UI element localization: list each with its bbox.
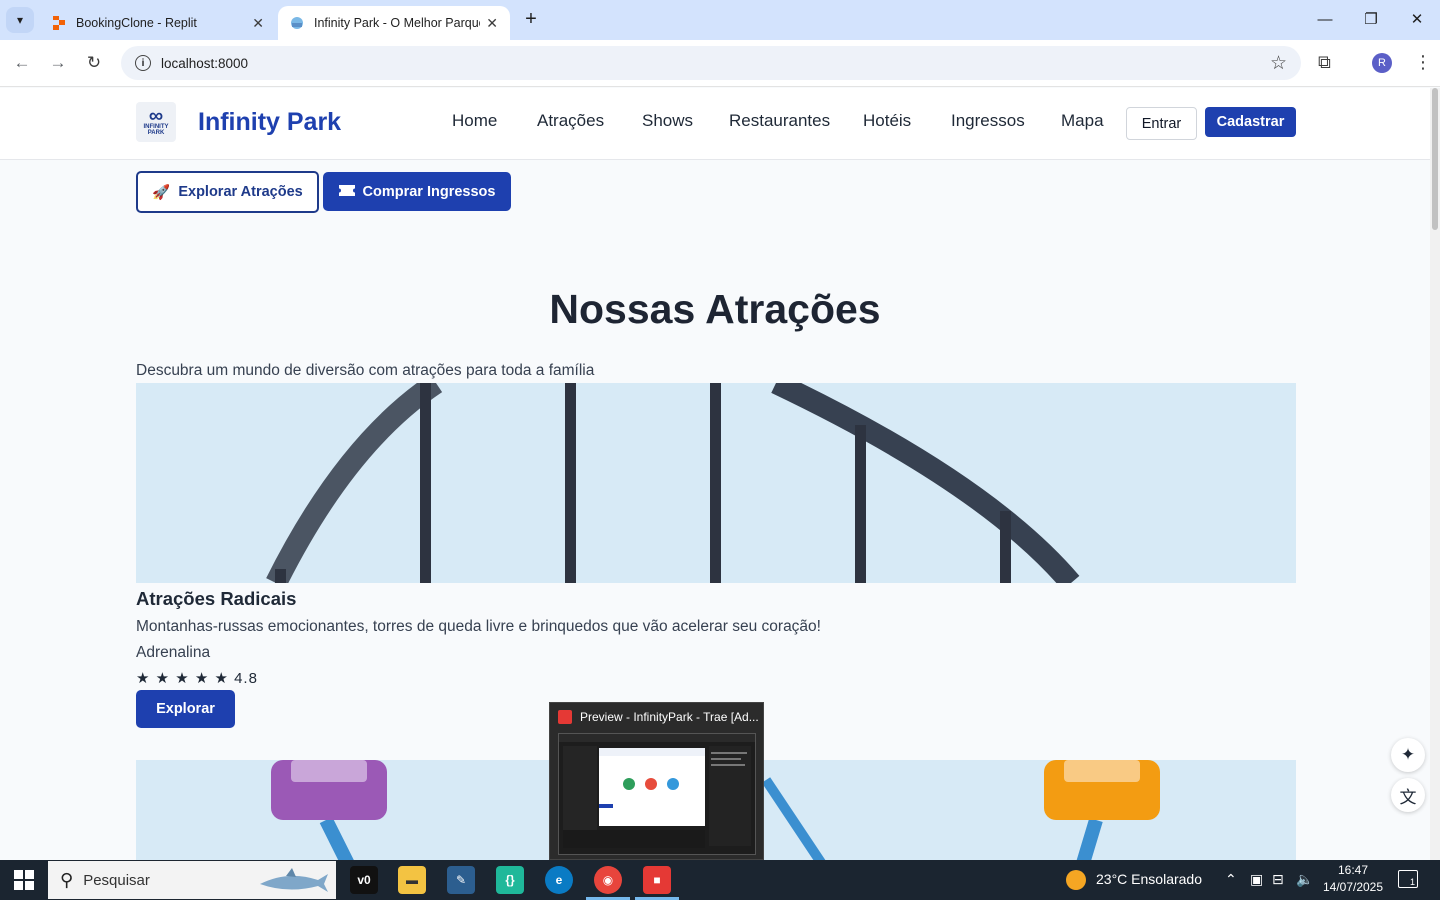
clock-time: 16:47 [1337, 863, 1369, 877]
close-icon[interactable]: ✕ [252, 15, 264, 32]
new-tab-button[interactable]: + [520, 9, 542, 31]
windows-start-icon[interactable] [14, 870, 34, 890]
rating-stars-icon: ★ ★ ★ ★ ★ [136, 670, 229, 687]
weather-text[interactable]: 23°C Ensolarado [1096, 871, 1202, 887]
back-icon[interactable]: ← [10, 51, 34, 75]
card-image-roller-coaster [136, 383, 1296, 583]
park-favicon-icon [290, 16, 304, 30]
notification-center-icon[interactable]: 1 [1398, 870, 1418, 888]
forward-icon[interactable]: → [46, 51, 70, 75]
card-description: Montanhas-russas emocionantes, torres de… [136, 618, 821, 635]
nav-ingressos[interactable]: Ingressos [951, 111, 1025, 131]
minimize-icon[interactable]: — [1313, 8, 1337, 32]
buy-tickets-button[interactable]: Comprar Ingressos [323, 172, 511, 211]
info-icon[interactable]: i [135, 55, 151, 71]
taskbar-clock[interactable]: 16:47 14/07/2025 [1318, 862, 1388, 896]
profile-avatar[interactable]: R [1372, 53, 1392, 73]
address-bar[interactable]: i localhost:8000 ☆ [121, 46, 1301, 80]
login-button[interactable]: Entrar [1126, 107, 1197, 140]
search-placeholder: Pesquisar [83, 871, 150, 889]
reload-icon[interactable]: ↻ [82, 51, 106, 75]
tray-chevron-icon[interactable]: ⌃ [1225, 871, 1237, 888]
taskbar-search-input[interactable]: ⚲ Pesquisar [48, 861, 336, 899]
search-icon: ⚲ [60, 869, 74, 890]
card-rating: ★ ★ ★ ★ ★ 4.8 [136, 669, 258, 687]
card-explore-button[interactable]: Explorar [136, 690, 235, 728]
scrollbar-thumb[interactable] [1432, 88, 1438, 230]
preview-thumbnail [558, 733, 756, 855]
explore-attractions-button[interactable]: 🚀 Explorar Atrações [136, 171, 319, 213]
replit-icon [52, 16, 66, 30]
menu-dots-icon[interactable]: ⋮ [1414, 52, 1432, 73]
nav-shows[interactable]: Shows [642, 111, 693, 131]
windows-taskbar: ⚲ Pesquisar v0 ▬ ✎ {} e ◉ ■ 23°C Ensolar… [0, 860, 1440, 900]
tab-title: Infinity Park - O Melhor Parque [314, 16, 481, 30]
tab-title: BookingClone - Replit [76, 16, 197, 30]
logo-text: INFINITY PARK [143, 124, 169, 136]
sparkle-ai-icon[interactable]: ✦ [1391, 738, 1425, 772]
network-icon[interactable]: ⊟ [1272, 871, 1284, 888]
volume-icon[interactable]: 🔈 [1296, 871, 1313, 888]
taskbar-window-preview[interactable]: Preview - InfinityPark - Trae [Ad... [549, 702, 764, 860]
extensions-icon[interactable]: ⧉ [1318, 52, 1331, 73]
section-subtitle: Descubra um mundo de diversão com atraçõ… [136, 362, 595, 379]
explore-attractions-label: Explorar Atrações [178, 184, 303, 200]
nav-mapa[interactable]: Mapa [1061, 111, 1104, 131]
weather-sun-icon[interactable] [1066, 870, 1086, 890]
infinity-icon: ∞ [148, 105, 164, 127]
nav-hoteis[interactable]: Hotéis [863, 111, 911, 131]
restore-icon[interactable]: ❐ [1359, 8, 1383, 32]
site-header: ∞ INFINITY PARK Infinity Park Home Atraç… [0, 88, 1430, 160]
nav-atracoes[interactable]: Atrações [537, 111, 604, 131]
site-brand[interactable]: Infinity Park [198, 108, 341, 137]
browser-tab-bar: ▾ BookingClone - Replit ✕ Infinity Park … [0, 0, 1440, 40]
browser-toolbar: ← → ↻ i localhost:8000 ☆ ⧉ ⋮ [0, 40, 1440, 87]
tab-search-button[interactable]: ▾ [6, 7, 34, 33]
clock-date: 14/07/2025 [1322, 880, 1384, 894]
tab-infinity-park[interactable]: Infinity Park - O Melhor Parque ✕ [278, 6, 510, 40]
close-icon[interactable]: ✕ [486, 15, 498, 32]
shark-widget-icon [260, 868, 328, 892]
meet-icon[interactable]: ▣ [1250, 871, 1263, 888]
bookmark-star-icon[interactable]: ☆ [1270, 52, 1287, 75]
translate-icon[interactable]: 文 [1391, 778, 1425, 812]
trae-app-icon [558, 710, 572, 724]
nav-restaurantes[interactable]: Restaurantes [729, 111, 830, 131]
chrome-browser-icon[interactable]: ◉ [594, 866, 622, 894]
tab-bookingclone[interactable]: BookingClone - Replit ✕ [40, 6, 276, 40]
preview-title-text: Preview - InfinityPark - Trae [Ad... [580, 710, 759, 724]
notepad-app-icon[interactable]: ✎ [447, 866, 475, 894]
edge-browser-icon[interactable]: e [545, 866, 573, 894]
preview-title: Preview - InfinityPark - Trae [Ad... [558, 710, 759, 724]
page-scrollbar[interactable] [1430, 88, 1440, 860]
v0-app-icon[interactable]: v0 [350, 866, 378, 894]
url-text: localhost:8000 [161, 55, 249, 71]
rocket-icon: 🚀 [152, 184, 171, 201]
file-explorer-icon[interactable]: ▬ [398, 866, 426, 894]
rating-value: 4.8 [234, 670, 258, 687]
card-category: Adrenalina [136, 644, 211, 661]
nav-home[interactable]: Home [452, 111, 497, 131]
trae-app-icon[interactable]: ■ [643, 866, 671, 894]
section-title: Nossas Atrações [549, 286, 881, 332]
site-logo[interactable]: ∞ INFINITY PARK [136, 102, 176, 142]
close-window-icon[interactable]: ✕ [1405, 8, 1429, 32]
signup-button[interactable]: Cadastrar [1205, 107, 1296, 137]
code-app-icon[interactable]: {} [496, 866, 524, 894]
buy-tickets-label: Comprar Ingressos [362, 183, 496, 200]
ticket-icon [338, 184, 355, 200]
card-title: Atrações Radicais [136, 588, 297, 609]
